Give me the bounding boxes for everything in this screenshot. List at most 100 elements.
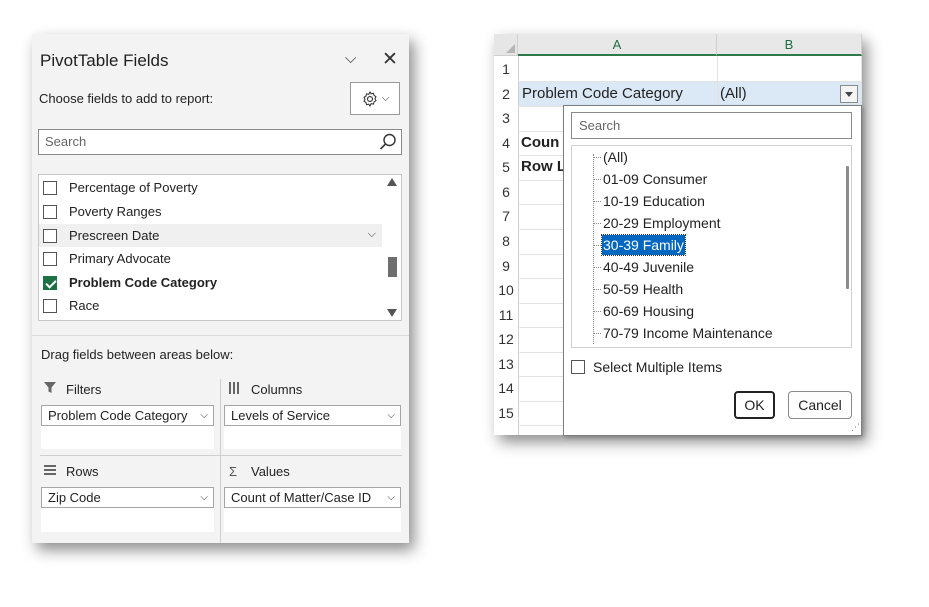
search-icon [379,133,396,150]
scroll-thumb[interactable] [388,257,397,277]
row-header[interactable]: 14 [494,380,518,405]
cell-b2[interactable]: (All) [720,85,747,102]
close-icon[interactable]: ✕ [382,48,398,71]
field-item[interactable]: Poverty Ranges [39,200,382,223]
row-header[interactable]: 4 [494,135,518,160]
tree-line [594,289,601,290]
tools-button[interactable]: ⌵ [350,82,400,115]
choose-fields-label: Choose fields to add to report: [39,91,214,106]
column-header-a[interactable]: A [518,34,717,56]
column-header-b[interactable]: B [717,34,862,56]
filters-field-chip[interactable]: Problem Code Category ⌵ [41,405,214,426]
row-header[interactable]: 12 [494,331,518,356]
field-menu-chevron-icon[interactable]: ⌵ [368,228,376,241]
select-multiple-items-option[interactable]: Select Multiple Items [571,359,722,375]
row-header[interactable]: 6 [494,184,518,209]
row-header[interactable]: 11 [494,307,518,332]
chevron-down-icon[interactable]: ⌵ [387,488,395,507]
cell-a2[interactable]: Problem Code Category [522,85,683,102]
field-label: Poverty Ranges [69,204,162,219]
tree-line [594,311,601,312]
field-item[interactable]: Prescreen Date ⌵ [39,224,382,247]
filter-item[interactable]: 01-09 Consumer [602,169,708,189]
tree-line [594,333,601,334]
select-all-corner[interactable] [494,34,518,56]
tree-line [594,267,601,268]
field-item[interactable]: Primary Advocate [39,247,382,270]
chevron-down-icon[interactable]: ⌵ [387,406,395,425]
filter-item[interactable]: 40-49 Juvenile [602,257,695,277]
cell-a4[interactable]: Coun [521,134,559,151]
field-list: Percentage of Poverty Poverty Ranges Pre… [38,174,402,321]
checkbox-checked[interactable] [43,275,57,290]
popup-search-input[interactable]: Search [571,112,852,139]
row-header[interactable]: 1 [494,61,518,86]
row-header[interactable]: 13 [494,356,518,381]
values-label: Values [251,464,290,479]
row-header[interactable]: 7 [494,208,518,233]
gridline [518,56,519,435]
columns-icon [229,382,251,397]
filter-item-selected[interactable]: 30-39 Family [601,234,686,256]
columns-field-label: Levels of Service [231,408,330,423]
checkbox[interactable] [43,204,57,219]
sigma-icon: Σ [229,464,238,479]
field-item[interactable]: Percentage of Poverty [39,176,382,199]
checkbox[interactable] [43,298,57,313]
resize-grip-icon[interactable]: ⋰ [851,422,860,433]
divider [32,335,409,336]
row-header[interactable]: 9 [494,258,518,283]
scroll-up-arrow-icon[interactable] [387,178,397,186]
popup-scrollbar[interactable] [846,166,849,289]
search-placeholder: Search [579,118,621,133]
filter-item[interactable]: 10-19 Education [602,191,706,211]
columns-area-header: Columns [229,382,302,397]
field-item[interactable]: Problem Code Category [39,271,382,294]
filter-item[interactable]: 70-79 Income Maintenance [602,323,774,343]
row-header[interactable]: 8 [494,233,518,258]
scroll-down-arrow-icon[interactable] [387,309,397,317]
filter-icon [44,382,66,397]
cell-a5[interactable]: Row L [521,158,566,175]
checkbox[interactable] [43,228,57,243]
checkbox[interactable] [43,251,57,266]
values-field-chip[interactable]: Count of Matter/Case ID ⌵ [224,487,401,508]
filter-item[interactable]: 50-59 Health [602,279,684,299]
tree-line [593,154,594,344]
tree-line [594,157,601,158]
row-header[interactable]: 10 [494,282,518,307]
rows-icon [44,464,66,479]
chevron-down-icon: ⌵ [381,93,390,104]
divider [40,455,402,456]
chevron-down-icon[interactable]: ⌵ [200,406,208,425]
select-multiple-checkbox[interactable] [571,360,585,374]
row-header[interactable]: 2 [494,86,518,111]
field-label: Primary Advocate [69,251,171,266]
filters-label: Filters [66,382,102,397]
drag-fields-label: Drag fields between areas below: [41,347,234,362]
filter-dropdown-popup: Search (All) 01-09 Consumer 10-19 Educat… [563,105,862,436]
rows-area-header: Rows [44,464,99,479]
field-label: Race [69,298,100,313]
rows-field-label: Zip Code [48,490,101,505]
cancel-button[interactable]: Cancel [788,391,852,419]
filter-item[interactable]: 60-69 Housing [602,301,695,321]
field-search-input[interactable]: Search [38,129,402,155]
tree-line [594,245,601,246]
gear-icon [363,90,377,107]
field-item[interactable]: Race [39,294,382,317]
filter-item[interactable]: 20-29 Employment [602,213,722,233]
filter-item-all[interactable]: (All) [602,147,629,167]
row-header[interactable]: 15 [494,405,518,430]
pane-options-chevron-icon[interactable]: ⌵ [345,50,356,67]
columns-field-chip[interactable]: Levels of Service ⌵ [224,405,401,426]
ok-button[interactable]: OK [734,391,775,419]
row-header[interactable]: 3 [494,110,518,135]
row-header[interactable]: 5 [494,159,518,184]
chevron-down-icon[interactable]: ⌵ [200,488,208,507]
field-list-scrollbar[interactable] [383,175,401,320]
filter-dropdown-button[interactable] [840,85,858,103]
rows-field-chip[interactable]: Zip Code ⌵ [41,487,214,508]
values-area-header: Σ Values [229,464,290,479]
checkbox[interactable] [43,180,57,195]
